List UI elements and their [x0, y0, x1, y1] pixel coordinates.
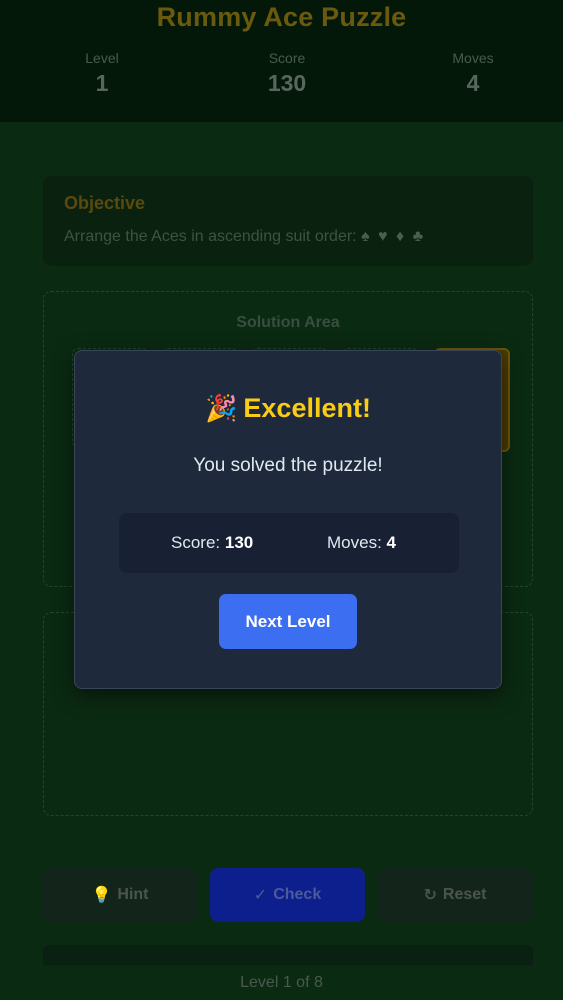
check-button[interactable]: ✓ Check	[210, 868, 365, 922]
stat-level-value: 1	[95, 70, 109, 96]
game-title: Rummy Ace Puzzle	[156, 2, 407, 32]
objective-description: Arrange the Aces in ascending suit order…	[64, 228, 357, 245]
level-progress-text: Level 1 of 8	[240, 974, 323, 991]
lightbulb-icon: 💡	[91, 887, 112, 904]
reset-button[interactable]: ↻ Reset	[377, 868, 533, 922]
success-modal: 🎉 Excellent! You solved the puzzle! Score…	[74, 350, 502, 689]
hint-label: Hint	[117, 886, 149, 903]
objective-card: Objective Arrange the Aces in ascending …	[43, 176, 533, 266]
modal-score-value: 130	[224, 533, 254, 552]
party-popper-icon: 🎉	[205, 393, 238, 423]
reset-label: Reset	[442, 886, 487, 903]
modal-title: 🎉 Excellent!	[75, 393, 501, 424]
modal-moves-label: Moves:	[327, 533, 382, 552]
footer-bar	[43, 945, 533, 965]
modal-message: You solved the puzzle!	[193, 455, 383, 476]
stat-moves: Moves 4	[413, 50, 533, 97]
check-label: Check	[273, 886, 322, 903]
stat-moves-label: Moves	[452, 50, 494, 66]
objective-text: Arrange the Aces in ascending suit order…	[64, 228, 425, 246]
modal-moves-value: 4	[386, 533, 396, 552]
solution-area-label: Solution Area	[236, 314, 340, 331]
next-level-button[interactable]: Next Level	[219, 594, 357, 649]
stat-score-label: Score	[268, 50, 306, 66]
check-icon: ✓	[253, 887, 268, 904]
modal-moves: Moves: 4	[327, 533, 396, 553]
modal-score: Score: 130	[171, 533, 253, 553]
modal-score-label: Score:	[171, 533, 221, 552]
stat-score-value: 130	[267, 70, 307, 96]
modal-stats-panel: Score: 130 Moves: 4	[119, 513, 459, 573]
modal-title-text: Excellent!	[243, 393, 371, 423]
reset-icon: ↻	[423, 887, 437, 904]
stat-level-label: Level	[85, 50, 119, 66]
game-header: Rummy Ace Puzzle Level 1 Score 130 Moves…	[0, 0, 563, 122]
stat-level: Level 1	[42, 50, 162, 97]
objective-title: Objective	[64, 193, 146, 213]
hint-button[interactable]: 💡 Hint	[42, 868, 198, 922]
stat-score: Score 130	[227, 50, 347, 97]
suit-order-icons: ♠ ♥ ♦ ♣	[361, 228, 426, 245]
stat-moves-value: 4	[466, 70, 480, 96]
